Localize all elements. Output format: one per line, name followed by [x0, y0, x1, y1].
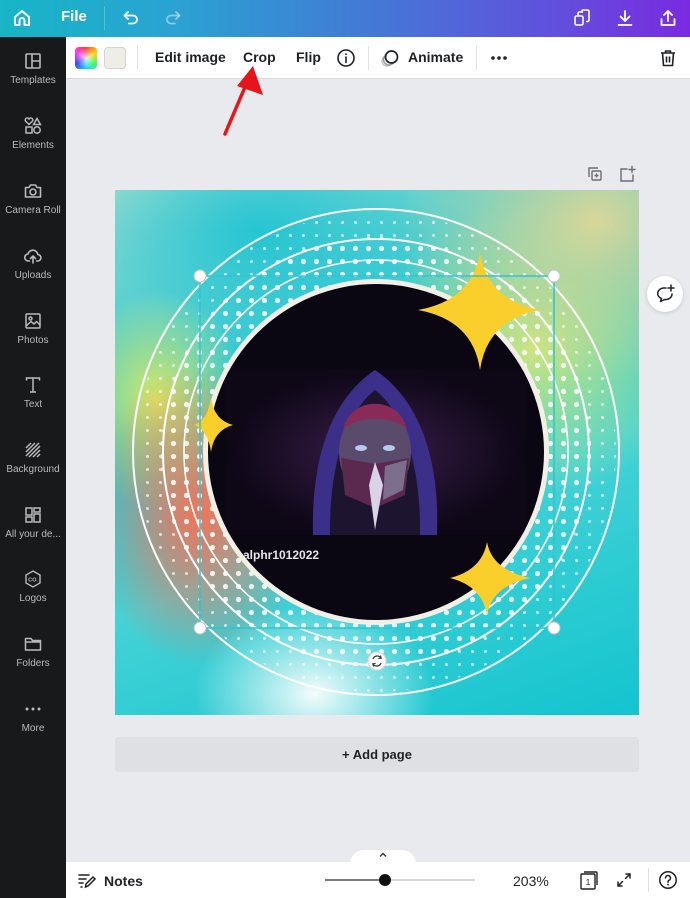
sidebar-item-all-your-designs[interactable]: All your de... [0, 505, 66, 563]
info-button[interactable] [335, 47, 357, 69]
sidebar: Templates Elements Camera Roll Uploads P… [0, 37, 66, 898]
sidebar-item-uploads[interactable]: Uploads [0, 246, 66, 304]
sidebar-item-label: Background [6, 464, 60, 475]
divider [476, 46, 477, 70]
download-icon [617, 10, 633, 26]
background-icon [25, 442, 41, 458]
duplicate-page-button[interactable] [586, 165, 604, 183]
redo-button[interactable] [159, 4, 187, 32]
download-button[interactable] [611, 4, 639, 32]
help-button[interactable] [658, 870, 678, 890]
share-button[interactable] [654, 4, 682, 32]
undo-icon [123, 11, 138, 25]
animate-icon-wrap[interactable] [379, 47, 401, 69]
resize-icon [574, 9, 590, 26]
sidebar-item-label: Camera Roll [5, 205, 61, 216]
notes-button[interactable]: Notes [104, 873, 143, 889]
divider [104, 6, 105, 30]
home-icon [14, 10, 30, 26]
design-canvas[interactable]: alphr1012022 [115, 190, 639, 715]
color-swatch-button[interactable] [104, 47, 126, 69]
animate-button[interactable]: Animate [408, 49, 463, 65]
upload-cloud-icon [23, 249, 42, 264]
image-toolbar: Edit image Crop Flip Animate [66, 37, 690, 79]
sidebar-item-label: More [21, 723, 45, 734]
divider [648, 868, 649, 892]
file-menu[interactable]: File [61, 8, 87, 25]
add-page-top-button[interactable] [618, 165, 636, 183]
zoom-slider-thumb[interactable] [379, 874, 391, 886]
sidebar-item-elements[interactable]: Elements [0, 116, 66, 174]
folder-icon [24, 637, 42, 651]
annotation-arrow [223, 66, 263, 136]
page-count-button[interactable]: 1 [578, 870, 600, 890]
bottom-bar: Notes 203% 1 [66, 862, 690, 898]
resize-handle-top-right[interactable] [547, 269, 561, 283]
animate-icon [381, 50, 399, 67]
resize-handle-top-left[interactable] [193, 269, 207, 283]
logo-icon: CO. [25, 570, 41, 588]
resize-button[interactable] [568, 4, 596, 32]
divider [368, 46, 369, 70]
add-page-icon [620, 165, 636, 182]
sidebar-item-label: Logos [19, 593, 47, 604]
home-button[interactable] [8, 4, 36, 32]
help-icon [659, 871, 677, 889]
share-icon [660, 10, 676, 26]
color-picker-button[interactable] [75, 47, 97, 69]
redo-icon [166, 11, 181, 25]
sidebar-item-label: Folders [16, 658, 50, 669]
sidebar-item-label: Templates [10, 75, 56, 86]
pages-icon: 1 [580, 871, 598, 890]
photo-icon [25, 313, 41, 329]
add-page-button[interactable]: + Add page [115, 737, 639, 772]
sidebar-item-more[interactable]: More [0, 699, 66, 757]
sidebar-item-templates[interactable]: Templates [0, 51, 66, 109]
rotate-handle[interactable] [367, 651, 387, 671]
elements-icon [24, 117, 42, 134]
sidebar-item-photos[interactable]: Photos [0, 311, 66, 369]
add-comment-button[interactable] [647, 276, 683, 312]
flip-button[interactable]: Flip [296, 49, 321, 65]
comment-add-icon [656, 284, 675, 303]
info-icon [337, 49, 355, 67]
undo-button[interactable] [117, 4, 145, 32]
svg-text:CO.: CO. [28, 577, 38, 583]
resize-handle-bottom-left[interactable] [193, 621, 207, 635]
page-count: 1 [586, 877, 591, 887]
divider [137, 46, 138, 70]
sidebar-item-text[interactable]: Text [0, 375, 66, 433]
expand-icon [617, 873, 631, 887]
top-bar: File [0, 0, 690, 37]
fullscreen-button[interactable] [614, 870, 634, 890]
zoom-level[interactable]: 203% [513, 873, 549, 889]
trash-icon [661, 50, 675, 67]
sidebar-item-label: Uploads [14, 270, 52, 281]
sidebar-item-label: All your de... [5, 529, 61, 540]
annotation-arrow-head [237, 66, 263, 95]
sidebar-item-label: Photos [17, 335, 49, 346]
templates-icon [25, 53, 41, 69]
sidebar-item-background[interactable]: Background [0, 440, 66, 498]
watermark-text: alphr1012022 [243, 548, 319, 562]
zoom-slider-fill [325, 879, 385, 881]
delete-button[interactable] [657, 47, 679, 69]
sidebar-item-label: Text [23, 399, 43, 410]
duplicate-icon [588, 167, 602, 181]
notes-icon-wrap[interactable] [77, 870, 97, 890]
more-options-button[interactable] [488, 47, 510, 69]
canvas-artwork: alphr1012022 [115, 190, 639, 715]
sidebar-item-logos[interactable]: CO. Logos [0, 569, 66, 627]
more-icon [25, 707, 41, 711]
text-icon [25, 377, 41, 393]
notes-icon [78, 874, 97, 889]
more-horizontal-icon [491, 56, 507, 60]
sidebar-item-camera-roll[interactable]: Camera Roll [0, 181, 66, 239]
camera-icon [24, 184, 42, 198]
sidebar-item-folders[interactable]: Folders [0, 634, 66, 692]
sidebar-item-label: Elements [12, 140, 54, 151]
chevron-up-icon [379, 852, 387, 857]
grid-icon [25, 507, 41, 523]
resize-handle-bottom-right[interactable] [547, 621, 561, 635]
